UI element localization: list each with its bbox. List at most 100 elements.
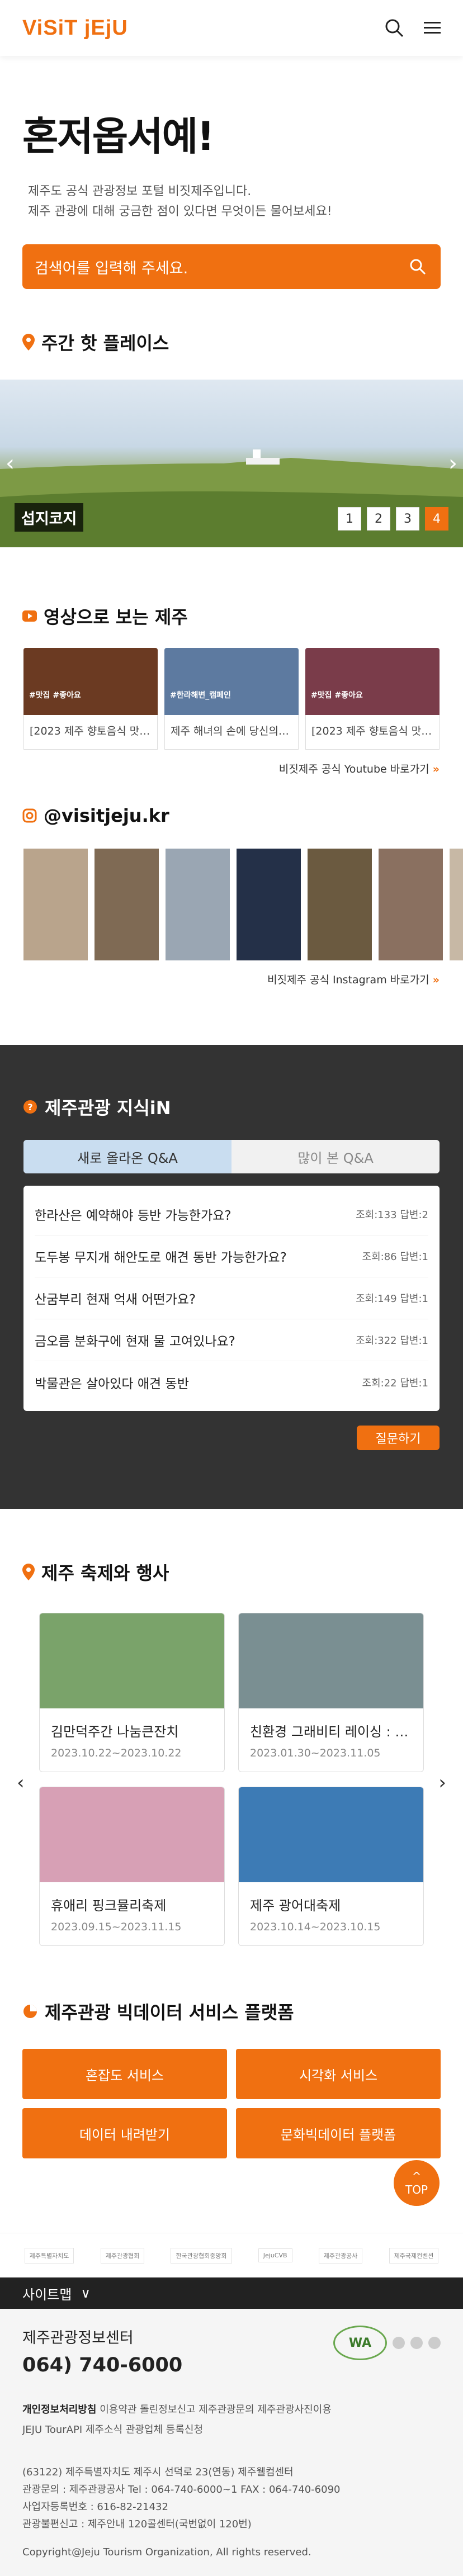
instagram-photo[interactable] <box>308 849 372 960</box>
youtube-link[interactable]: 비짓제주 공식 Youtube 바로가기 » <box>0 761 463 776</box>
instagram-photo-list <box>0 849 463 960</box>
youtube-link-text[interactable]: 비짓제주 공식 Youtube 바로가기 <box>279 763 429 775</box>
instagram-icon <box>22 808 37 823</box>
menu-icon[interactable] <box>424 21 441 35</box>
qna-row[interactable]: 금오름 분화구에 현재 물 고여있나요? 조회:322 답변:1 <box>35 1319 428 1361</box>
qna-row[interactable]: 도두봉 무지개 해안도로 애견 동반 가능한가요? 조회:86 답변:1 <box>35 1235 428 1277</box>
qna-row[interactable]: 한라산은 예약해야 등반 가능한가요? 조회:133 답변:2 <box>35 1194 428 1235</box>
festival-card-title[interactable]: 제주 광어대축제 <box>239 1882 423 1914</box>
video-thumbnail[interactable]: #맛집 #좋아요 <box>305 648 440 715</box>
bigdata-title: 제주관광 빅데이터 서비스 플랫폼 <box>45 2002 294 2023</box>
ask-question-button[interactable]: 질문하기 <box>357 1426 440 1450</box>
accessibility-badges: WA <box>333 2326 441 2360</box>
location-pin-icon <box>22 334 35 351</box>
partner-logo[interactable]: JejuCVB <box>258 2248 292 2262</box>
festival-image[interactable] <box>239 1787 423 1882</box>
video-card[interactable]: #맛집 #좋아요 [2023 제주 향토음식 맛집 해녀의 손에 당신의… <box>23 648 158 750</box>
search-icon[interactable] <box>409 258 426 275</box>
search-bar[interactable]: 검색어를 입력해 주세요. <box>22 244 441 289</box>
site-logo[interactable]: ViSiT jEjU <box>22 16 128 40</box>
congestion-service-button[interactable]: 혼잡도 서비스 <box>22 2049 227 2099</box>
hot-place-slider[interactable]: ‹ › 섭지코지 1 2 3 4 <box>0 380 463 547</box>
tab-popular-qna[interactable]: 많이 본 Q&A <box>232 1140 440 1173</box>
video-caption[interactable]: [2023 제주 향토음식 맛… <box>305 715 440 750</box>
footer-copyright: Copyright@Jeju Tourism Organization, All… <box>22 2546 311 2558</box>
festival-card-title[interactable]: 휴애리 핑크뮬리축제 <box>40 1882 224 1914</box>
slider-next-arrow[interactable]: › <box>448 451 457 476</box>
section-title-video: 영상으로 보는 제주 <box>0 603 463 629</box>
festival-image[interactable] <box>239 1613 423 1708</box>
chevron-up-icon: ^ <box>412 2170 422 2183</box>
instagram-photo[interactable] <box>237 849 301 960</box>
footer-addr-line: 관광문의 : 제주관광공사 Tel : 064-740-6000~1 FAX :… <box>22 2484 341 2496</box>
instagram-photo[interactable] <box>166 849 230 960</box>
jeju-kin-section: ? 제주관광 지식iN 새로 올라온 Q&A 많이 본 Q&A 한라산은 예약해… <box>0 1045 463 1509</box>
festival-next-arrow[interactable]: › <box>438 1772 446 1794</box>
partner-logo[interactable]: 제주관광협회 <box>100 2247 145 2264</box>
partner-logo[interactable]: 제주특별자치도 <box>24 2247 74 2264</box>
qna-row[interactable]: 박물관은 살아있다 애견 동반 조회:22 답변:1 <box>35 1361 428 1403</box>
festival-card[interactable]: 제주 광어대축제 2023.10.14~2023.10.15 <box>238 1787 424 1946</box>
partner-logo[interactable]: 한국관광협회중앙회 <box>171 2247 232 2264</box>
instagram-photo[interactable] <box>95 849 159 960</box>
footer-link-group[interactable]: 이용약관 돌린정보신고 제주관광문의 제주관광사진이용 <box>96 2404 332 2416</box>
search-placeholder[interactable]: 검색어를 입력해 주세요. <box>35 256 188 278</box>
qna-question[interactable]: 도두봉 무지개 해안도로 애견 동반 가능한가요? <box>35 1247 287 1266</box>
video-card[interactable]: #맛집 #좋아요 [2023 제주 향토음식 맛… <box>305 648 440 750</box>
top-label: TOP <box>405 2183 428 2196</box>
qna-question[interactable]: 박물관은 살아있다 애견 동반 <box>35 1373 189 1392</box>
bigdata-section: 제주관광 빅데이터 서비스 플랫폼 혼잡도 서비스 시각화 서비스 데이터 내려… <box>0 1999 463 2158</box>
video-thumbnail[interactable]: #맛집 #좋아요 <box>23 648 158 715</box>
festival-card[interactable]: 휴애리 핑크뮬리축제 2023.09.15~2023.11.15 <box>39 1787 225 1946</box>
partner-logo[interactable]: 제주관광공사 <box>318 2247 363 2264</box>
qna-question[interactable]: 금오름 분화구에 현재 물 고여있나요? <box>35 1330 235 1349</box>
video-section: 영상으로 보는 제주 #맛집 #좋아요 [2023 제주 향토음식 맛집 해녀의… <box>0 603 463 776</box>
qna-question[interactable]: 한라산은 예약해야 등반 가능한가요? <box>35 1205 232 1224</box>
partner-logo[interactable]: 제주국제컨벤션 <box>389 2247 439 2264</box>
festival-image[interactable] <box>40 1787 224 1882</box>
sitemap-bar[interactable]: 사이트맵 ∨ <box>0 2277 463 2309</box>
footer-links[interactable]: 개인정보처리방침 이용약관 돌린정보신고 제주관광문의 제주관광사진이용 JEJ… <box>22 2400 441 2440</box>
chevron-down-icon: ∨ <box>81 2285 91 2301</box>
qna-meta: 조회:149 답변:1 <box>356 1293 428 1305</box>
scroll-top-button[interactable]: ^ TOP <box>394 2160 440 2206</box>
qna-row[interactable]: 산굼부리 현재 억새 어떤가요? 조회:149 답변:1 <box>35 1277 428 1319</box>
pager-page-2[interactable]: 2 <box>367 507 390 531</box>
festival-card-title[interactable]: 친환경 그래비티 레이싱 : 제주… <box>239 1708 423 1740</box>
festival-grid: 김만덕주간 나눔큰잔치 2023.10.22~2023.10.22 친환경 그래비… <box>0 1613 463 1946</box>
festival-image[interactable] <box>40 1613 224 1708</box>
pager-page-4[interactable]: 4 <box>425 507 448 531</box>
slider-prev-arrow[interactable]: ‹ <box>6 451 15 476</box>
instagram-photo[interactable] <box>23 849 88 960</box>
pager-page-1[interactable]: 1 <box>338 507 361 531</box>
footer-link-group-2[interactable]: JEJU TourAPI 제주소식 관광업체 등록신청 <box>22 2424 203 2436</box>
data-download-button[interactable]: 데이터 내려받기 <box>22 2108 227 2158</box>
double-chevron-icon: » <box>432 974 440 986</box>
instagram-photo[interactable] <box>450 849 463 960</box>
pager-page-3[interactable]: 3 <box>396 507 419 531</box>
instagram-link-text[interactable]: 비짓제주 공식 Instagram 바로가기 <box>267 974 429 986</box>
culture-bigdata-button[interactable]: 문화빅데이터 플랫폼 <box>236 2108 441 2158</box>
festival-card-title[interactable]: 김만덕주간 나눔큰잔치 <box>40 1708 224 1740</box>
video-thumbnail[interactable]: #한라해변_캠페인 <box>164 648 299 715</box>
instagram-link[interactable]: 비짓제주 공식 Instagram 바로가기 » <box>0 972 463 987</box>
festival-card[interactable]: 친환경 그래비티 레이싱 : 제주… 2023.01.30~2023.11.05 <box>238 1613 424 1772</box>
hero-desc-line2: 제주 관광에 대해 궁금한 점이 있다면 무엇이든 물어보세요! <box>28 205 332 219</box>
festival-card-date: 2023.09.15~2023.11.15 <box>51 1921 182 1933</box>
tab-new-qna[interactable]: 새로 올라온 Q&A <box>23 1140 232 1173</box>
certification-icon <box>410 2337 423 2349</box>
hot-title: 주간 핫 플레이스 <box>41 333 169 354</box>
qna-question[interactable]: 산굼부리 현재 억새 어떤가요? <box>35 1289 196 1308</box>
certification-icon <box>393 2337 405 2349</box>
search-icon[interactable] <box>385 18 404 37</box>
privacy-policy-link[interactable]: 개인정보처리방침 <box>22 2404 96 2416</box>
visualization-service-button[interactable]: 시각화 서비스 <box>236 2049 441 2099</box>
instagram-photo[interactable] <box>379 849 443 960</box>
video-caption[interactable]: 제주 해녀의 손에 당신의… <box>164 715 299 750</box>
festival-prev-arrow[interactable]: ‹ <box>17 1772 25 1794</box>
video-card[interactable]: #한라해변_캠페인 제주 해녀의 손에 당신의… <box>164 648 299 750</box>
sitemap-label[interactable]: 사이트맵 <box>22 2284 72 2303</box>
video-caption[interactable]: [2023 제주 향토음식 맛집 해녀의 손에 당신의… <box>23 715 158 750</box>
footer: 제주관광정보센터 064) 740-6000 WA 개인정보처리방침 이용약관 … <box>0 2309 463 2576</box>
festival-card[interactable]: 김만덕주간 나눔큰잔치 2023.10.22~2023.10.22 <box>39 1613 225 1772</box>
